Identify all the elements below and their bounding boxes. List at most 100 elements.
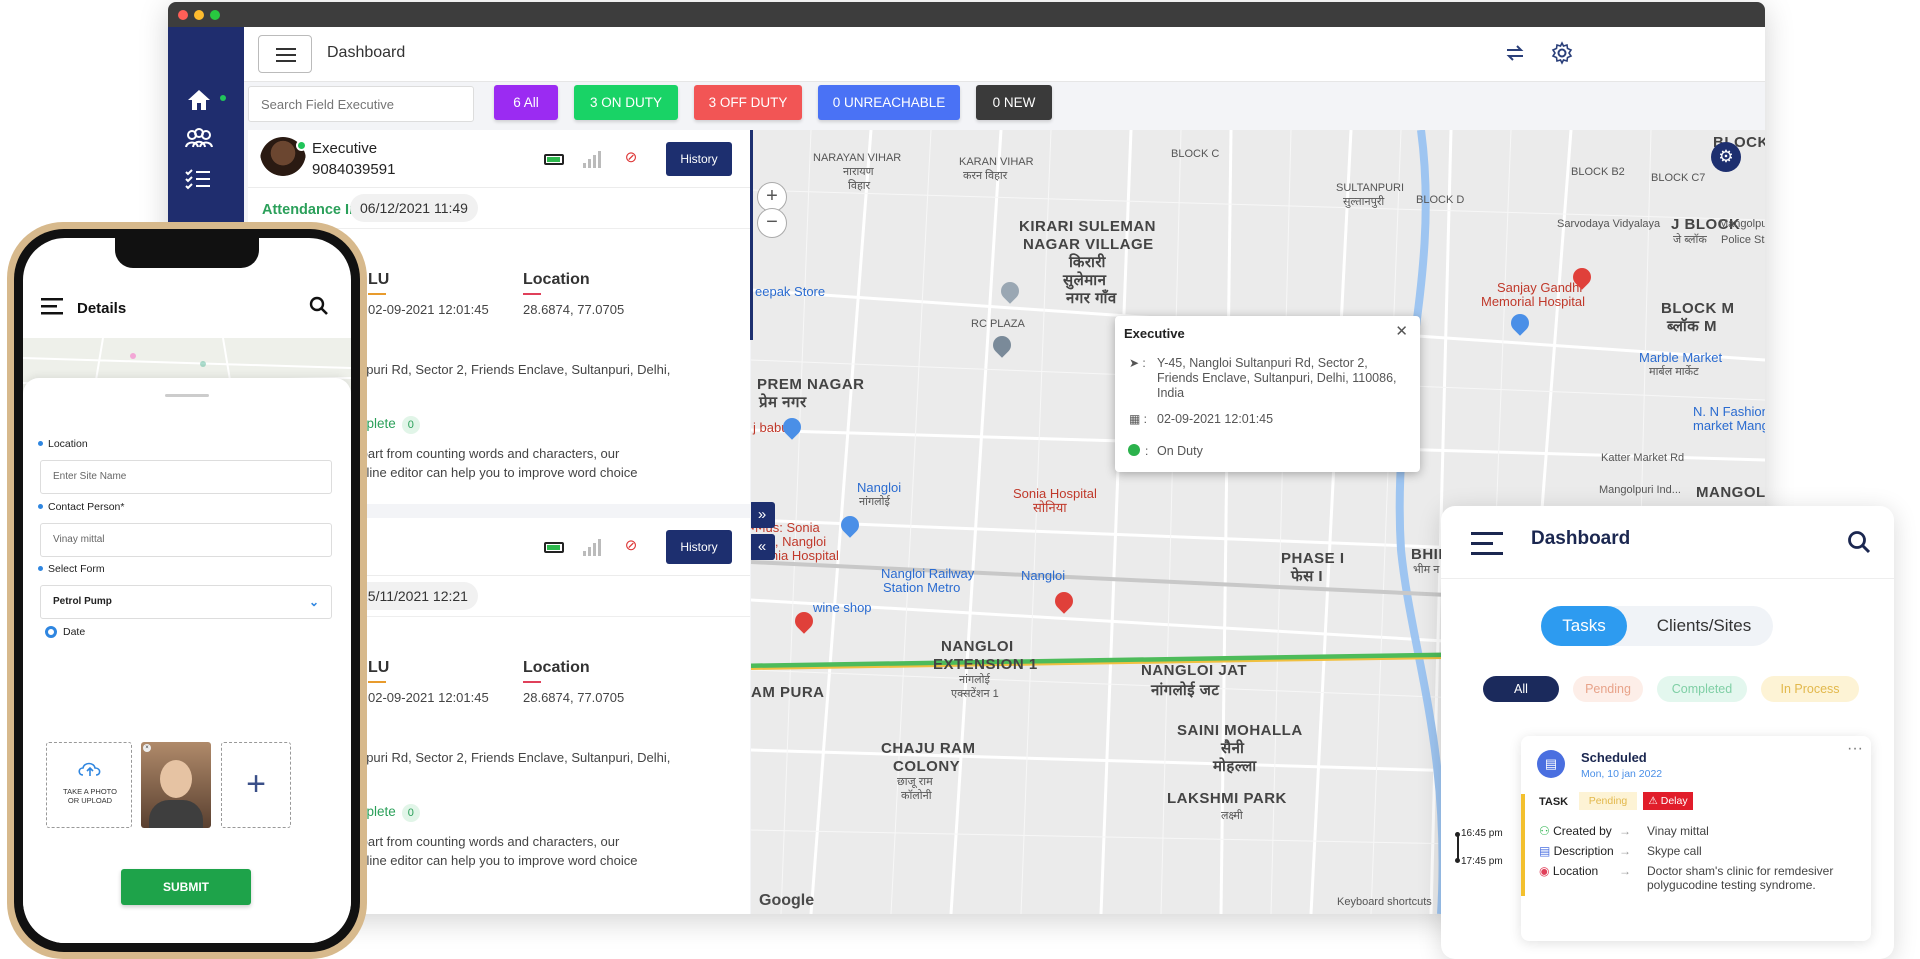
user-icon: ⚇ bbox=[1539, 824, 1554, 838]
location-pin-icon: ◉ bbox=[1539, 864, 1553, 878]
site-name-input[interactable]: Enter Site Name bbox=[40, 460, 332, 494]
time-end: 17:45 pm bbox=[1461, 856, 1503, 867]
map-label: KIRARI SULEMAN bbox=[1019, 218, 1156, 235]
map-label: नगर गाँव bbox=[1066, 290, 1117, 307]
menu-icon[interactable] bbox=[41, 296, 65, 316]
map-label: Keyboard shortcuts bbox=[1337, 896, 1432, 908]
map-settings-gear-icon[interactable]: ⚙ bbox=[1711, 142, 1741, 172]
popup-status: On Duty bbox=[1157, 444, 1203, 458]
users-icon[interactable] bbox=[184, 127, 214, 151]
contact-person-input[interactable]: Vinay mittal bbox=[40, 523, 332, 557]
map-label: फेस I bbox=[1291, 568, 1324, 585]
upload-photo-button[interactable]: TAKE A PHOTO OR UPLOAD bbox=[46, 742, 132, 828]
filter-all-button[interactable]: 6 All bbox=[494, 85, 558, 120]
refresh-icon[interactable] bbox=[1502, 41, 1528, 67]
popup-address: Y-45, Nangloi Sultanpuri Rd, Sector 2, F… bbox=[1157, 356, 1397, 400]
add-photo-button[interactable]: + bbox=[221, 742, 291, 828]
phone-screen: Details Location Enter Site Name Contact… bbox=[23, 238, 351, 943]
tasks-clients-toggle: Tasks Clients/Sites bbox=[1541, 606, 1773, 646]
filter-new-button[interactable]: 0 NEW bbox=[976, 85, 1052, 120]
popup-title: Executive bbox=[1124, 326, 1185, 341]
date-radio[interactable] bbox=[45, 626, 57, 638]
attendance-value: 25/11/2021 12:21 bbox=[350, 582, 478, 610]
pending-badge: Pending bbox=[1579, 792, 1637, 810]
close-window-button[interactable] bbox=[178, 10, 188, 20]
map-label: BLOCK M bbox=[1661, 300, 1735, 317]
more-options-icon[interactable]: ··· bbox=[1847, 740, 1863, 758]
chip-completed[interactable]: Completed bbox=[1657, 676, 1747, 702]
task-card[interactable]: ▤ Scheduled Mon, 10 jan 2022 ··· TASK Pe… bbox=[1521, 736, 1871, 941]
filter-on-duty-button[interactable]: 3 ON DUTY bbox=[574, 85, 678, 120]
map-label: ब्लॉक M bbox=[1667, 318, 1717, 335]
location-value: 28.6874, 77.0705 bbox=[523, 690, 625, 705]
settings-gear-icon[interactable] bbox=[1549, 41, 1575, 67]
lu-value: 02-09-2021 12:01:45 bbox=[368, 690, 489, 705]
location-value: Doctor sham's clinic for remdesiver poly… bbox=[1647, 864, 1834, 892]
map-label: विहार bbox=[848, 180, 871, 192]
map-label: SAINI MOHALLA bbox=[1177, 722, 1303, 739]
filter-unreachable-button[interactable]: 0 UNREACHABLE bbox=[818, 85, 960, 120]
chip-in-process[interactable]: In Process bbox=[1761, 676, 1859, 702]
map-label: नांगलोई जट bbox=[1151, 682, 1220, 699]
collapse-panel-icon[interactable]: « bbox=[751, 534, 775, 560]
map-label: PHASE I bbox=[1281, 550, 1345, 567]
map-label: Nangloi bbox=[1021, 568, 1066, 583]
map-label: market Mangol bbox=[1693, 418, 1765, 433]
phone-notch bbox=[115, 238, 259, 268]
description-value: Skype call bbox=[1647, 844, 1702, 858]
zoom-out-button[interactable]: − bbox=[757, 208, 787, 238]
map-label: SULTANPURI bbox=[1336, 182, 1405, 194]
filter-off-duty-button[interactable]: 3 OFF DUTY bbox=[694, 85, 802, 120]
title-bar bbox=[168, 2, 1765, 27]
map-label: RC PLAZA bbox=[971, 318, 1025, 330]
dashboard-panel: Dashboard Tasks Clients/Sites All Pendin… bbox=[1441, 506, 1894, 959]
history-button[interactable]: History bbox=[666, 530, 732, 564]
map-label: BLOCK C bbox=[1171, 148, 1220, 160]
top-bar: Dashboard bbox=[244, 27, 1765, 82]
expand-panel-icon[interactable]: » bbox=[751, 502, 775, 528]
history-button[interactable]: History bbox=[666, 142, 732, 176]
plus-icon: + bbox=[246, 765, 266, 803]
home-icon[interactable] bbox=[186, 87, 212, 113]
map-label: Police Stati bbox=[1721, 234, 1765, 246]
map-label: AM PURA bbox=[751, 684, 825, 701]
map-label: CHAJU RAM bbox=[881, 740, 976, 757]
note-text: Apart from counting words and characters… bbox=[352, 446, 638, 480]
attendance-label: Attendance In bbox=[262, 202, 358, 218]
select-form-dropdown[interactable]: Petrol Pump ⌄ bbox=[40, 585, 332, 619]
hamburger-menu-button[interactable] bbox=[258, 35, 312, 73]
map-label: सोनिया bbox=[1033, 500, 1067, 515]
map-label: NANGLOI JAT bbox=[1141, 662, 1248, 679]
map-label: N. N Fashion ka bbox=[1693, 404, 1765, 419]
qr-icon: ▦ : bbox=[1129, 412, 1148, 426]
tab-tasks[interactable]: Tasks bbox=[1541, 606, 1627, 646]
map-label: Mangolpu bbox=[1719, 218, 1765, 230]
map-label: Memorial Hospital bbox=[1481, 294, 1586, 309]
uploaded-photo[interactable]: × bbox=[141, 742, 211, 828]
popup-close-icon[interactable]: ✕ bbox=[1395, 322, 1408, 340]
dashboard-title: Dashboard bbox=[1531, 528, 1631, 549]
search-icon[interactable] bbox=[309, 296, 329, 316]
search-icon[interactable] bbox=[1847, 530, 1871, 554]
menu-icon[interactable] bbox=[1471, 530, 1507, 558]
task-status: Scheduled bbox=[1581, 750, 1647, 765]
chip-all[interactable]: All bbox=[1483, 676, 1559, 702]
lu-label: LU bbox=[368, 659, 389, 683]
search-executive-input[interactable] bbox=[248, 86, 474, 122]
submit-button[interactable]: SUBMIT bbox=[121, 869, 251, 905]
sheet-handle[interactable] bbox=[165, 394, 209, 397]
phone-mockup: Details Location Enter Site Name Contact… bbox=[7, 222, 367, 959]
maximize-window-button[interactable] bbox=[210, 10, 220, 20]
map-label: मोहल्ला bbox=[1213, 758, 1257, 775]
map-label: MANGOLPUR bbox=[1696, 484, 1765, 501]
warning-icon: ⚠ bbox=[1648, 795, 1661, 807]
remove-photo-icon: × bbox=[143, 744, 151, 752]
lu-label: LU bbox=[368, 271, 389, 295]
chip-pending[interactable]: Pending bbox=[1573, 676, 1643, 702]
map-label: Mangolpuri Ind... bbox=[1599, 484, 1681, 496]
minimize-window-button[interactable] bbox=[194, 10, 204, 20]
tab-clients-sites[interactable]: Clients/Sites bbox=[1639, 606, 1769, 646]
map-label: Sonia Hospital bbox=[1013, 486, 1097, 501]
online-status-dot bbox=[296, 140, 307, 151]
tasks-icon[interactable] bbox=[184, 167, 212, 191]
